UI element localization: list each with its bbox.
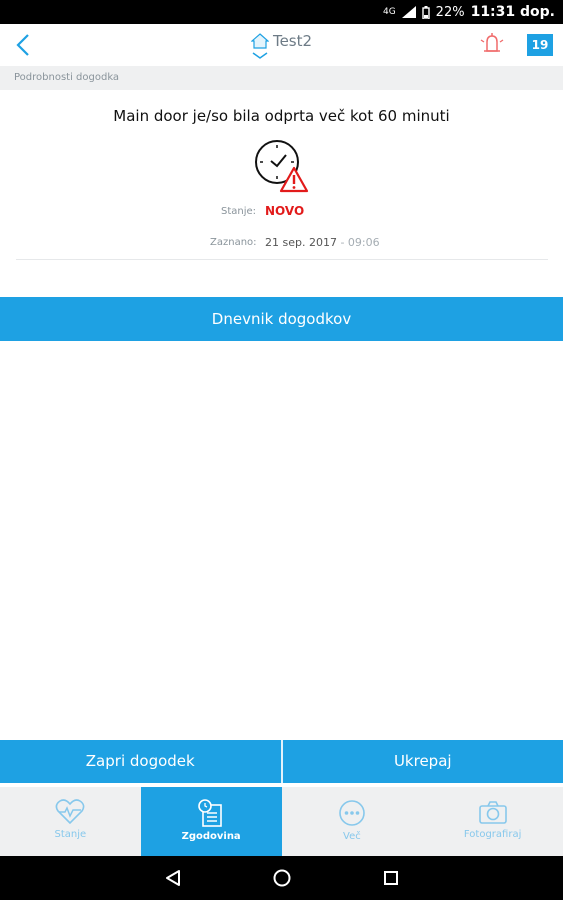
nav-home-icon[interactable]	[272, 868, 292, 888]
system-nav-bar	[0, 856, 563, 900]
detected-timestamp: 21 sep. 2017 - 09:06	[265, 236, 380, 249]
detected-time: - 09:06	[336, 236, 380, 249]
take-action-button[interactable]: Ukrepaj	[283, 740, 563, 783]
status-bar: 4G 22% 11:31 dop.	[0, 0, 563, 24]
tab-stanje[interactable]: Stanje	[0, 787, 141, 856]
battery-level: 22%	[435, 4, 465, 20]
clock-warning-icon	[255, 140, 309, 193]
more-icon	[339, 800, 365, 826]
history-list-icon	[198, 799, 222, 827]
heart-pulse-icon	[55, 799, 85, 825]
detected-label: Zaznano:	[210, 237, 257, 248]
app-bar: Test2 19	[0, 24, 563, 66]
chevron-down-icon[interactable]	[252, 52, 268, 60]
battery-icon	[421, 5, 430, 19]
notification-badge[interactable]: 19	[527, 34, 553, 56]
clock: 11:31 dop.	[470, 4, 555, 20]
action-bar: Zapri dogodek Ukrepaj	[0, 740, 563, 783]
divider	[16, 259, 548, 260]
tab-label: Fotografiraj	[463, 829, 522, 840]
tab-fotografiraj[interactable]: Fotografiraj	[422, 787, 563, 856]
section-header: Podrobnosti dogodka	[0, 66, 563, 90]
state-label: Stanje:	[221, 206, 257, 217]
camera-icon	[478, 801, 507, 824]
close-event-button[interactable]: Zapri dogodek	[0, 740, 281, 783]
tab-vec[interactable]: Več	[282, 787, 423, 856]
bottom-tab-bar: Stanje Zgodovina Več Fotografiraj	[0, 787, 563, 856]
tab-label: Stanje	[54, 829, 87, 840]
tab-zgodovina[interactable]: Zgodovina	[140, 787, 282, 856]
alarm-bell-icon[interactable]	[478, 32, 506, 56]
event-title: Main door je/so bila odprta več kot 60 m…	[113, 107, 450, 125]
nav-recents-icon[interactable]	[382, 869, 400, 887]
site-title: Test2	[272, 32, 313, 50]
network-label: 4G	[382, 7, 396, 17]
nav-back-icon[interactable]	[164, 869, 182, 887]
state-value: NOVO	[265, 204, 305, 218]
tab-label: Zgodovina	[181, 831, 241, 842]
detected-date: 21 sep. 2017	[265, 236, 337, 249]
signal-icon	[401, 6, 416, 18]
home-icon	[250, 33, 269, 49]
event-log-button[interactable]: Dnevnik dogodkov	[0, 297, 563, 341]
tab-label: Več	[343, 831, 361, 842]
